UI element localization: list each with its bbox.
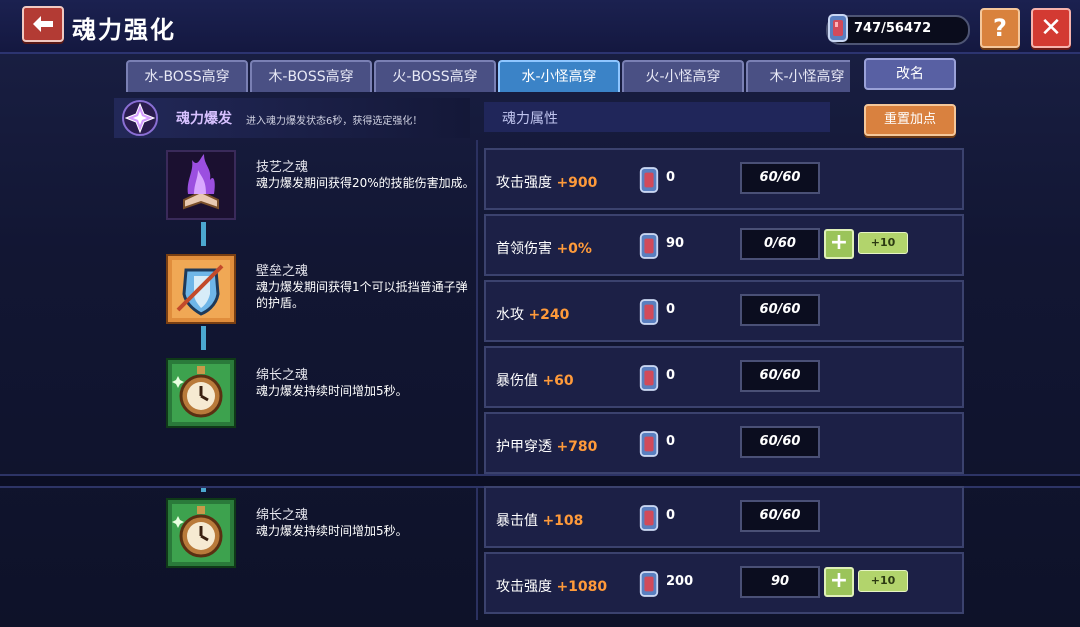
soul-currency-display: 747/56472 — [826, 14, 970, 45]
add-point-button[interactable]: + — [824, 567, 854, 597]
tab-water-boss[interactable]: 水-BOSS高穿 — [126, 60, 248, 92]
soul-name: 绵长之魂 — [256, 368, 309, 383]
stat-bonus: +240 — [528, 307, 570, 323]
stat-row-crit-damage: 暴伤值 +60 0 60/60 — [484, 346, 964, 408]
soul-gem-icon — [639, 233, 659, 259]
soul-gem-icon — [639, 299, 659, 325]
currency-value: 747/56472 — [854, 21, 932, 36]
page-title: 魂力强化 — [72, 16, 176, 44]
stat-level: 60/60 — [740, 500, 820, 532]
stat-bonus: +108 — [542, 513, 584, 529]
pocket-watch-icon — [166, 358, 236, 428]
add-point-button[interactable]: + — [824, 229, 854, 259]
soul-description: 魂力爆发期间获得1个可以抵挡普通子弹的护盾。 — [256, 280, 468, 310]
soul-name: 技艺之魂 — [256, 160, 309, 175]
back-button[interactable] — [22, 6, 64, 42]
shield-icon — [166, 254, 236, 324]
add-ten-button[interactable]: +10 — [858, 570, 908, 592]
soul-gem-icon — [639, 505, 659, 531]
stat-label: 水攻 +240 — [496, 307, 570, 323]
soul-description: 魂力爆发期间获得20%的技能伤害加成。 — [256, 176, 475, 190]
soul-name: 绵长之魂 — [256, 508, 309, 523]
stat-bonus: +60 — [542, 373, 574, 389]
stat-label: 护甲穿透 +780 — [496, 439, 598, 455]
panel-divider — [476, 140, 478, 620]
add-ten-button[interactable]: +10 — [858, 232, 908, 254]
soul-gem-icon — [639, 167, 659, 193]
tab-wood-mob[interactable]: 木-小怪高穿 — [746, 60, 850, 92]
soul-gem-icon — [828, 14, 848, 42]
stat-bonus: +900 — [556, 175, 598, 191]
stat-level: 60/60 — [740, 426, 820, 458]
stat-cost: 0 — [666, 368, 676, 383]
soul-gem-icon — [639, 431, 659, 457]
stat-row-armor-pierce: 护甲穿透 +780 0 60/60 — [484, 412, 964, 474]
stat-row-water-attack: 水攻 +240 0 60/60 — [484, 280, 964, 342]
soul-burst-icon — [122, 100, 158, 136]
stat-label: 攻击强度 +1080 — [496, 579, 608, 595]
attributes-header: 魂力属性 — [484, 102, 830, 132]
help-button[interactable]: ? — [980, 8, 1020, 48]
burst-description: 进入魂力爆发状态6秒，获得选定强化！ — [246, 116, 423, 127]
soul-connector — [201, 222, 206, 246]
stat-bonus: +1080 — [556, 579, 608, 595]
tab-wood-boss[interactable]: 木-BOSS高穿 — [250, 60, 372, 92]
top-bar: 魂力强化 747/56472 ? ✕ — [0, 0, 1080, 54]
stat-cost: 200 — [666, 574, 694, 589]
stat-cost: 0 — [666, 170, 676, 185]
tab-fire-mob[interactable]: 火-小怪高穿 — [622, 60, 744, 92]
tab-water-mob[interactable]: 水-小怪高穿 — [498, 60, 620, 92]
stat-label: 首领伤害 +0% — [496, 241, 592, 257]
stat-level: 60/60 — [740, 294, 820, 326]
rename-button[interactable]: 改名 — [864, 58, 956, 90]
stat-level: 90 — [740, 566, 820, 598]
soul-gem-icon — [639, 571, 659, 597]
soul-description: 魂力爆发持续时间增加5秒。 — [256, 384, 408, 398]
stat-row-crit: 暴击值 +108 0 60/60 — [484, 486, 964, 548]
stat-bonus: +0% — [556, 241, 592, 257]
purple-flame-book-icon — [166, 150, 236, 220]
soul-description: 魂力爆发持续时间增加5秒。 — [256, 524, 408, 538]
reset-points-button[interactable]: 重置加点 — [864, 104, 956, 136]
stat-row-attack-2: 攻击强度 +1080 200 90 + +10 — [484, 552, 964, 614]
close-button[interactable]: ✕ — [1031, 8, 1071, 48]
stat-cost: 0 — [666, 302, 676, 317]
stat-level: 60/60 — [740, 360, 820, 392]
stat-level: 60/60 — [740, 162, 820, 194]
stat-row-boss-damage: 首领伤害 +0% 90 0/60 + +10 — [484, 214, 964, 276]
stat-label: 暴击值 +108 — [496, 513, 584, 529]
stat-level: 0/60 — [740, 228, 820, 260]
soul-name: 壁垒之魂 — [256, 264, 309, 279]
burst-title: 魂力爆发 — [176, 111, 232, 127]
stat-cost: 0 — [666, 508, 676, 523]
soul-connector — [201, 326, 206, 350]
soul-gem-icon — [639, 365, 659, 391]
tab-fire-boss[interactable]: 火-BOSS高穿 — [374, 60, 496, 92]
stat-cost: 0 — [666, 434, 676, 449]
stat-bonus: +780 — [556, 439, 598, 455]
pocket-watch-icon — [166, 498, 236, 568]
stat-label: 暴伤值 +60 — [496, 373, 574, 389]
stat-cost: 90 — [666, 236, 685, 251]
back-arrow-icon — [33, 16, 53, 32]
stat-row-attack: 攻击强度 +900 0 60/60 — [484, 148, 964, 210]
tab-bar: 水-BOSS高穿 木-BOSS高穿 火-BOSS高穿 水-小怪高穿 火-小怪高穿… — [126, 60, 850, 92]
attributes-title: 魂力属性 — [502, 111, 558, 127]
stat-label: 攻击强度 +900 — [496, 175, 598, 191]
